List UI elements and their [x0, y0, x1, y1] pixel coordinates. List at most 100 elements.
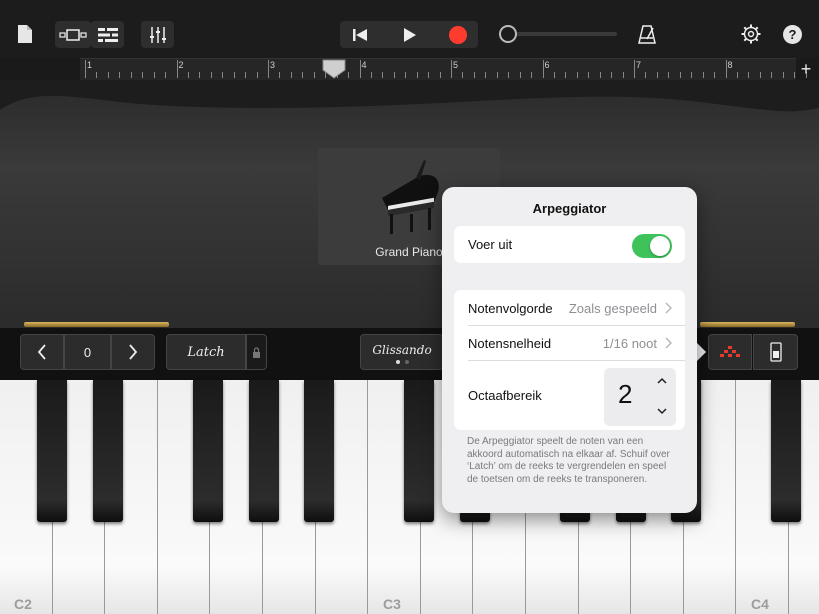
- rewind-icon[interactable]: [343, 21, 377, 48]
- ruler-tick: [542, 60, 544, 78]
- piano-trim: [700, 322, 795, 327]
- ruler-tick: [416, 72, 418, 78]
- ruler-tick: [153, 72, 155, 78]
- glissando-label: Glissando: [372, 342, 432, 357]
- run-toggle[interactable]: [632, 234, 672, 258]
- black-key[interactable]: [37, 380, 67, 522]
- ruler-tick: [96, 72, 98, 78]
- note-order-row[interactable]: Notenvolgorde Zoals gespeeld: [454, 290, 685, 325]
- ruler-tick: [130, 72, 132, 78]
- ruler-tick: [176, 60, 178, 78]
- ruler-tick: [656, 72, 658, 78]
- ruler-tick: [485, 72, 487, 78]
- black-key[interactable]: [304, 380, 334, 522]
- ruler-tick: [702, 72, 704, 78]
- ruler-tick: [370, 72, 372, 78]
- record-icon[interactable]: [441, 21, 475, 48]
- ruler-tick: [107, 72, 109, 78]
- document-icon[interactable]: [14, 22, 36, 46]
- black-key[interactable]: [404, 380, 434, 522]
- ruler-tick: [462, 72, 464, 78]
- ruler-bar-number: 8: [727, 60, 733, 70]
- key-label-c4: C4: [751, 596, 769, 612]
- ruler-bar-number: 4: [361, 60, 367, 70]
- octave-value: 0: [64, 334, 111, 370]
- ruler-tick: [759, 72, 761, 78]
- octave-range-stepper[interactable]: 2: [604, 368, 676, 426]
- arpeggiator-popover: Arpeggiator Voer uit Notenvolgorde Zoals…: [442, 187, 697, 513]
- settings-icon[interactable]: [740, 23, 762, 45]
- ruler-tick: [256, 72, 258, 78]
- grand-piano-icon: [382, 160, 439, 234]
- volume-slider[interactable]: [499, 24, 619, 44]
- piano-lid-curve: [0, 80, 819, 112]
- add-section-icon[interactable]: +: [797, 58, 815, 80]
- popover-arrow: [697, 343, 706, 361]
- chevron-down-icon[interactable]: [657, 408, 667, 415]
- keyboard-size-button[interactable]: [753, 334, 798, 370]
- ruler-tick: [405, 72, 407, 78]
- arpeggiator-button[interactable]: [708, 334, 752, 370]
- black-key[interactable]: [249, 380, 279, 522]
- piano-trim: [24, 322, 169, 327]
- ruler-tick: [668, 72, 670, 78]
- ruler-tick: [531, 72, 533, 78]
- ruler-tick: [222, 72, 224, 78]
- ruler-tick: [622, 72, 624, 78]
- help-icon[interactable]: ?: [783, 25, 802, 44]
- ruler-tick: [348, 72, 350, 78]
- view-toggle-icon[interactable]: [55, 21, 91, 48]
- ruler-tick: [302, 72, 304, 78]
- octave-up-button[interactable]: [111, 334, 155, 370]
- timeline-ruler[interactable]: 1 2 3 4 5 6 7 8: [80, 58, 807, 80]
- black-key[interactable]: [93, 380, 123, 522]
- ruler-tick: [439, 72, 441, 78]
- ruler-tick: [565, 72, 567, 78]
- ruler-bar-number: 1: [87, 60, 93, 70]
- chevron-up-icon[interactable]: [657, 377, 667, 384]
- ruler-tick: [611, 72, 613, 78]
- glissando-control[interactable]: Glissando: [360, 334, 444, 370]
- volume-knob[interactable]: [499, 25, 517, 43]
- ruler-tick: [679, 72, 681, 78]
- note-rate-row[interactable]: Notensnelheid 1/16 noot: [454, 326, 685, 360]
- ruler-tick: [576, 72, 578, 78]
- play-icon[interactable]: [393, 21, 427, 48]
- ruler-tick: [496, 72, 498, 78]
- octave-down-button[interactable]: [20, 334, 64, 370]
- ruler-tick: [85, 60, 86, 78]
- top-control-bar: ?: [0, 0, 819, 58]
- ruler-tick: [268, 60, 269, 78]
- ruler-tick: [714, 72, 716, 78]
- ruler-bar-number: 7: [636, 60, 642, 70]
- ruler-bar-number: 5: [453, 60, 459, 70]
- ruler-tick: [725, 60, 727, 78]
- mixer-icon[interactable]: [141, 21, 174, 48]
- tracks-icon[interactable]: [91, 21, 124, 48]
- ruler-tick: [233, 72, 235, 78]
- ruler-tick: [748, 72, 750, 78]
- ruler-bar-number: 2: [178, 60, 184, 70]
- ruler-tick: [794, 72, 796, 78]
- ruler-tick: [290, 72, 292, 78]
- ruler-tick: [645, 72, 647, 78]
- ruler-tick: [736, 72, 738, 78]
- playhead-icon[interactable]: [322, 58, 346, 80]
- ruler-tick: [359, 60, 361, 78]
- popover-title: Arpeggiator: [532, 201, 607, 216]
- key-label-c2: C2: [14, 596, 32, 612]
- ruler-tick: [119, 72, 121, 78]
- ruler-tick: [210, 72, 212, 78]
- ruler-tick: [782, 72, 784, 78]
- octave-range-row: Octaafbereik 2: [454, 361, 685, 430]
- ruler-tick: [588, 72, 590, 78]
- metronome-icon[interactable]: [636, 22, 658, 46]
- ruler-tick: [142, 72, 144, 78]
- ruler-tick: [634, 60, 635, 78]
- black-key[interactable]: [193, 380, 223, 522]
- latch-slider[interactable]: Latch: [166, 334, 246, 370]
- ruler-tick: [519, 72, 521, 78]
- lock-icon[interactable]: [246, 334, 267, 370]
- black-key[interactable]: [771, 380, 801, 522]
- ruler-tick: [599, 72, 601, 78]
